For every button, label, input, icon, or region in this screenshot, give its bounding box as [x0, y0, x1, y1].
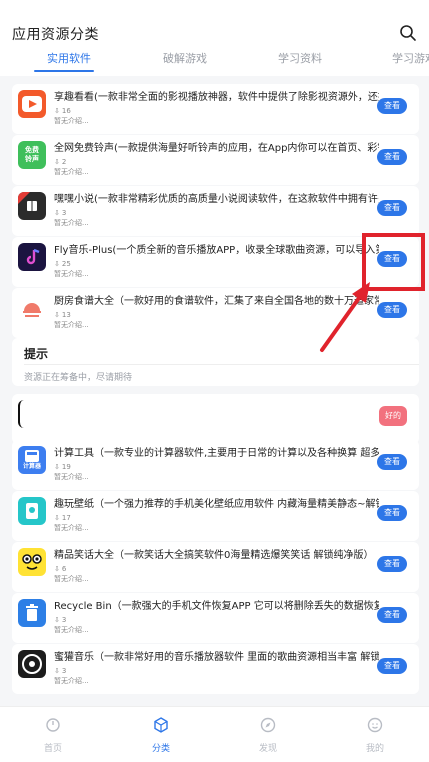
app-description: 暂无介绍... [54, 321, 89, 329]
download-icon: ⇩ [54, 311, 60, 319]
download-icon: ⇩ [54, 565, 60, 573]
play-icon [18, 90, 46, 118]
tab-study-materials[interactable]: 学习资料 [278, 50, 322, 66]
app-name: 厨房食谱大全（一款好用的食谱软件，汇集了来自全国各地的数十万道家常 [54, 296, 379, 307]
list-item[interactable]: Recycle Bin（一款强大的手机文件恢复APP 它可以将删除丢失的数据恢复… [12, 593, 419, 643]
list-item[interactable]: 好的 [12, 394, 419, 444]
category-cube-icon [154, 717, 168, 733]
list-item[interactable]: 厨房食谱大全（一款好用的食谱软件，汇集了来自全国各地的数十万道家常 ⇩ 13 暂无… [12, 288, 419, 338]
app-name: Recycle Bin（一款强大的手机文件恢复APP 它可以将删除丢失的数据恢复 [54, 601, 379, 612]
list-item[interactable]: 趣玩壁纸（一个强力推荐的手机美化壁纸应用软件 内藏海量精美静态~解锁 ⇩ 17 暂… [12, 491, 419, 541]
app-description: 暂无介绍... [54, 626, 89, 634]
app-name [54, 400, 379, 416]
page-title: 应用资源分类 [12, 27, 99, 43]
tab-study-games[interactable]: 学习游戏 [392, 50, 429, 66]
tab-cracked-games[interactable]: 破解游戏 [163, 50, 207, 66]
nav-home[interactable]: 首页 [23, 717, 83, 754]
app-name: 趣玩壁纸（一个强力推荐的手机美化壁纸应用软件 内藏海量精美静态~解锁 [54, 499, 379, 510]
prompt-message: 资源正在筹备中，尽请期待 [24, 373, 133, 383]
download-count: ⇩ 3 [54, 616, 67, 624]
download-count: ⇩ 13 [54, 311, 71, 319]
prompt-title: 提示 [24, 347, 49, 361]
book-icon [18, 192, 46, 220]
download-count: ⇩ 2 [54, 158, 67, 166]
app-name: 享趣看看(一款非常全面的影视播放神器，软件中提供了除影视资源外，还提 [54, 92, 379, 103]
app-name: 蜜獾音乐（一款非常好用的音乐播放器软件 里面的歌曲资源相当丰富 解锁 [54, 652, 379, 663]
app-icon [18, 400, 46, 428]
view-button[interactable]: 查看 [377, 658, 407, 674]
download-icon: ⇩ [54, 209, 60, 217]
list-item[interactable]: 免费铃声 全网免费铃声(一款提供海量好听铃声的应用，在App内你可以在首页、彩铃… [12, 135, 419, 185]
download-icon: ⇩ [54, 514, 60, 522]
app-name: 精品笑话大全（一款笑话大全搞笑软件0海量精选爆笑笑话 解锁纯净版） [54, 550, 374, 561]
list-item[interactable]: 精品笑话大全（一款笑话大全搞笑软件0海量精选爆笑笑话 解锁纯净版） ⇩ 6 暂无介… [12, 542, 419, 592]
download-icon: ⇩ [54, 158, 60, 166]
app-description: 暂无介绍... [54, 677, 89, 685]
ringtone-icon: 免费铃声 [18, 141, 46, 169]
annotation-highlight-box [362, 233, 425, 291]
home-icon [46, 718, 60, 732]
download-count: ⇩ 6 [54, 565, 67, 573]
download-icon: ⇩ [54, 616, 60, 624]
view-button[interactable]: 查看 [377, 98, 407, 114]
app-name: Fly音乐-Plus(一个质全新的音乐播放APP，收录全球歌曲资源，可以导入第 [54, 245, 379, 256]
download-icon: ⇩ [54, 260, 60, 268]
app-name: 计算工具（一款专业的计算器软件,主要用于日常的计算以及各种换算 超多 [54, 448, 379, 459]
view-button[interactable]: 查看 [377, 200, 407, 216]
view-button[interactable]: 查看 [377, 454, 407, 470]
tab-useful-software[interactable]: 实用软件 [47, 50, 91, 66]
nav-profile[interactable]: 我的 [345, 717, 405, 754]
download-count: ⇩ 3 [54, 667, 67, 675]
download-icon: ⇩ [54, 667, 60, 675]
download-icon: ⇩ [54, 107, 60, 115]
bottom-navigation: 首页 分类 发现 我的 [0, 706, 429, 762]
app-description: 暂无介绍... [54, 473, 89, 481]
profile-icon [367, 717, 383, 733]
download-count: ⇩ 3 [54, 209, 67, 217]
download-icon: ⇩ [54, 463, 60, 471]
download-count: ⇩ 19 [54, 463, 71, 471]
active-tab-indicator [34, 70, 94, 72]
app-description: 暂无介绍... [54, 117, 89, 125]
view-button[interactable]: 查看 [377, 302, 407, 318]
list-item[interactable]: 嘿嘿小说(一款非常精彩优质的高质量小说阅读软件，在这款软件中拥有许多 ⇩ 3 暂无… [12, 186, 419, 236]
download-count: ⇩ 17 [54, 514, 71, 522]
recycle-bin-icon [18, 599, 46, 627]
list-item[interactable]: 蜜獾音乐（一款非常好用的音乐播放器软件 里面的歌曲资源相当丰富 解锁 ⇩ 3 暂无… [12, 644, 419, 694]
music-note-icon [18, 243, 46, 271]
cloche-icon [18, 294, 46, 322]
wallpaper-icon [18, 497, 46, 525]
app-description: 暂无介绍... [54, 168, 89, 176]
compass-icon [260, 717, 276, 733]
nav-discover[interactable]: 发现 [238, 717, 298, 754]
app-name: 嘿嘿小说(一款非常精彩优质的高质量小说阅读软件，在这款软件中拥有许多 [54, 194, 379, 205]
list-item[interactable]: Fly音乐-Plus(一个质全新的音乐播放APP，收录全球歌曲资源，可以导入第 … [12, 237, 419, 287]
ok-button[interactable]: 好的 [379, 406, 407, 426]
app-description: 暂无介绍... [54, 270, 89, 278]
prompt-dialog: 提示 资源正在筹备中，尽请期待 [12, 338, 419, 386]
app-description: 暂无介绍... [54, 219, 89, 227]
calculator-icon: 计算器 [18, 446, 46, 474]
download-count: ⇩ 16 [54, 107, 71, 115]
category-tabs: 实用软件 破解游戏 学习资料 学习游戏 [0, 50, 429, 72]
app-description: 暂无介绍... [54, 575, 89, 583]
divider [24, 364, 419, 365]
list-item[interactable]: 享趣看看(一款非常全面的影视播放神器，软件中提供了除影视资源外，还提 ⇩ 16 暂… [12, 84, 419, 134]
top-header: 应用资源分类 实用软件 破解游戏 学习资料 学习游戏 [0, 0, 429, 76]
view-button[interactable]: 查看 [377, 505, 407, 521]
view-button[interactable]: 查看 [377, 607, 407, 623]
app-description: 暂无介绍... [54, 524, 89, 532]
list-item[interactable]: 计算器 计算工具（一款专业的计算器软件,主要用于日常的计算以及各种换算 超多 ⇩… [12, 440, 419, 490]
download-count: ⇩ 25 [54, 260, 71, 268]
search-icon[interactable] [399, 24, 417, 42]
nav-category[interactable]: 分类 [131, 717, 191, 754]
music-disc-icon [18, 650, 46, 678]
view-button[interactable]: 查看 [377, 149, 407, 165]
app-name: 全网免费铃声(一款提供海量好听铃声的应用，在App内你可以在首页、彩铃 [54, 143, 379, 154]
view-button[interactable]: 查看 [377, 556, 407, 572]
emoji-face-icon [18, 548, 46, 576]
